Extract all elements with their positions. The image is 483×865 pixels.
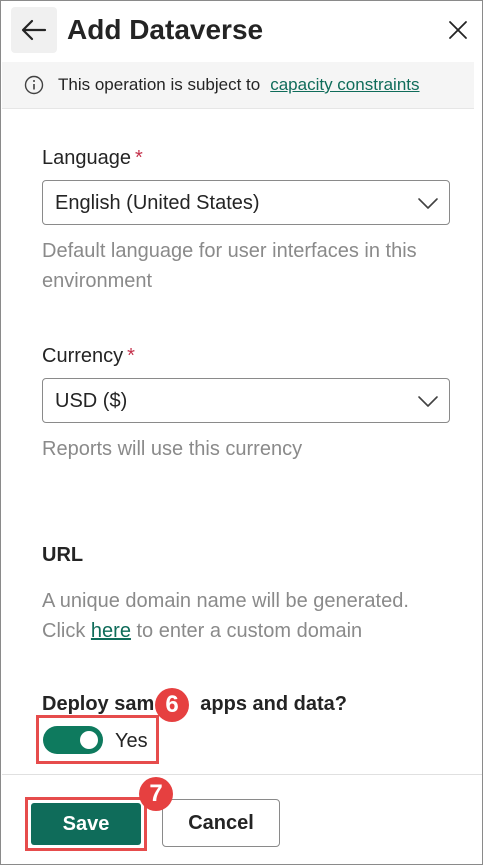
url-hint-line1: A unique domain name will be generated. (42, 590, 409, 612)
banner-text: This operation is subject to (58, 75, 261, 94)
capacity-constraints-link[interactable]: capacity constraints (270, 75, 419, 95)
deploy-question-part2: apps and data? (200, 693, 347, 715)
language-value: English (United States) (55, 192, 260, 214)
chevron-down-icon (418, 198, 438, 209)
cancel-button[interactable]: Cancel (162, 799, 280, 847)
url-hint-line2: Click here to enter a custom domain (42, 616, 462, 646)
toggle-knob (80, 731, 98, 749)
info-icon (24, 75, 44, 95)
language-label-text: Language (42, 147, 131, 169)
currency-value: USD ($) (55, 390, 128, 412)
footer-divider (2, 774, 482, 775)
chevron-down-icon (418, 396, 438, 407)
language-select[interactable]: English (United States) (42, 180, 450, 225)
page-title: Add Dataverse (67, 14, 264, 45)
deploy-toggle-highlight: Yes (36, 715, 159, 764)
step-badge-6: 6 (155, 688, 189, 722)
panel-header: Add Dataverse (1, 1, 482, 59)
arrow-left-icon (21, 19, 47, 41)
url-hint-suffix: to enter a custom domain (136, 620, 363, 642)
url-title: URL (42, 544, 84, 566)
deploy-question-part1: Deploy sam (42, 693, 155, 715)
toggle-label: Yes (115, 730, 148, 752)
currency-select[interactable]: USD ($) (42, 378, 450, 423)
language-hint: Default language for user interfaces in … (42, 240, 417, 292)
currency-hint: Reports will use this currency (42, 438, 303, 460)
required-mark: * (134, 147, 143, 169)
language-label: Language * (42, 147, 143, 170)
currency-label-text: Currency (42, 345, 124, 367)
url-hint-prefix: Click (42, 620, 86, 642)
deploy-sample-toggle[interactable] (43, 726, 103, 754)
custom-domain-link[interactable]: here (91, 620, 131, 642)
url-hint: A unique domain name will be generated. … (42, 586, 462, 646)
deploy-question: Deploy sam apps and data? (42, 693, 347, 716)
save-button[interactable]: Save (31, 803, 141, 845)
step-badge-7: 7 (139, 777, 173, 811)
capacity-banner: This operation is subject to capacity co… (2, 62, 474, 109)
back-button[interactable] (11, 7, 57, 53)
save-highlight: Save (25, 797, 147, 851)
close-icon (449, 21, 467, 39)
currency-label: Currency * (42, 345, 135, 368)
close-button[interactable] (443, 15, 473, 45)
add-dataverse-panel: Add Dataverse This operation is subject … (0, 0, 483, 865)
required-mark: * (127, 345, 135, 367)
